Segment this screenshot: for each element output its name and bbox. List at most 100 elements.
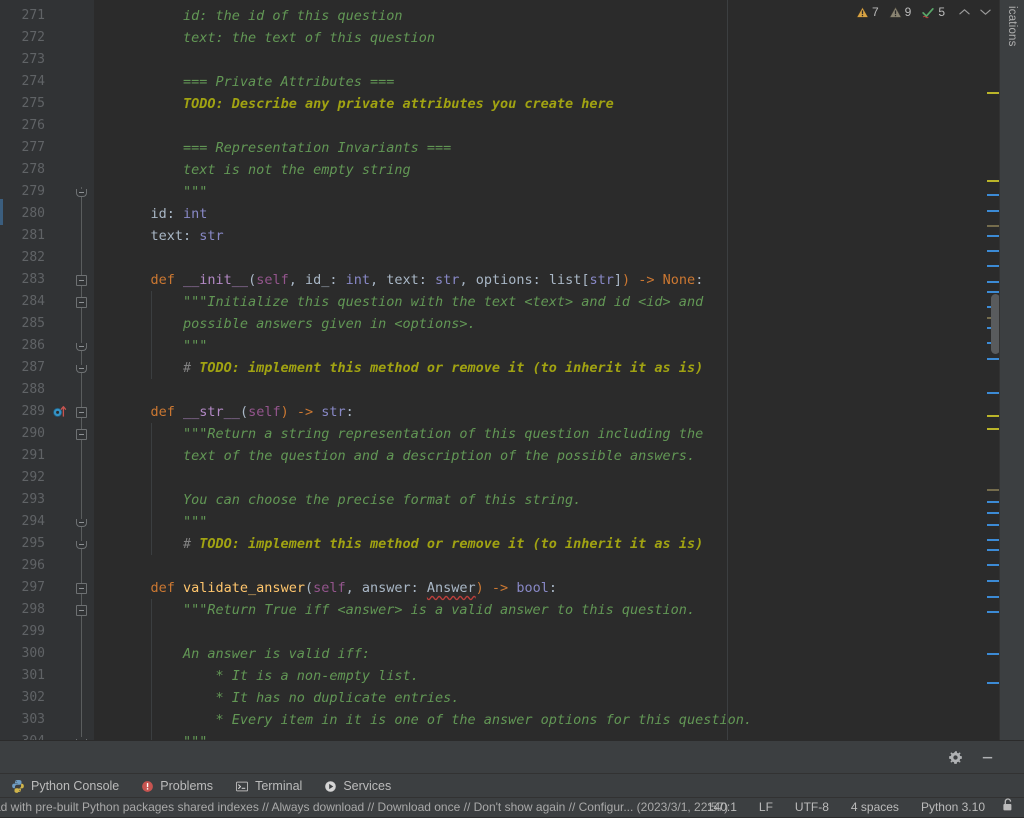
error-stripe-mark[interactable] — [987, 392, 999, 394]
error-stripe-mark[interactable] — [987, 580, 999, 582]
error-stripe-mark[interactable] — [987, 428, 999, 430]
line-text[interactable]: """ — [118, 181, 207, 203]
right-tool-window-strip[interactable]: ications — [999, 0, 1024, 740]
line-text[interactable]: text is not the empty string — [118, 159, 411, 181]
code-line[interactable]: 281 text: str — [0, 225, 1024, 247]
line-text[interactable]: === Representation Invariants === — [118, 137, 451, 159]
code-line[interactable]: 291 text of the question and a descripti… — [0, 445, 1024, 467]
weak-warning-count-item[interactable]: 9 — [888, 5, 911, 19]
line-text[interactable]: # TODO: implement this method or remove … — [118, 357, 703, 379]
error-stripe[interactable] — [986, 24, 1000, 740]
code-line[interactable]: 288 — [0, 379, 1024, 401]
code-line[interactable]: 278 text is not the empty string — [0, 159, 1024, 181]
error-stripe-mark[interactable] — [987, 524, 999, 526]
code-line[interactable]: 304 """ — [0, 731, 1024, 740]
error-stripe-mark[interactable] — [987, 210, 999, 212]
error-stripe-mark[interactable] — [987, 653, 999, 655]
code-line[interactable]: 280 id: int — [0, 203, 1024, 225]
error-stripe-mark[interactable] — [987, 682, 999, 684]
line-text[interactable]: * Every item in it is one of the answer … — [118, 709, 752, 731]
line-text[interactable]: text: str — [118, 225, 224, 247]
line-text[interactable]: You can choose the precise format of thi… — [118, 489, 581, 511]
error-stripe-mark[interactable] — [987, 489, 999, 491]
python-interpreter[interactable]: Python 3.10 — [910, 798, 996, 817]
code-line[interactable]: 303 * Every item in it is one of the ans… — [0, 709, 1024, 731]
code-line[interactable]: 286 """ — [0, 335, 1024, 357]
line-text[interactable]: # TODO: implement this method or remove … — [118, 533, 703, 555]
error-stripe-mark[interactable] — [987, 549, 999, 551]
line-text[interactable]: """Initialize this question with the tex… — [118, 291, 703, 313]
status-message[interactable]: ad with pre-built Python packages shared… — [0, 798, 728, 817]
error-stripe-mark[interactable] — [987, 92, 999, 94]
error-stripe-mark[interactable] — [987, 225, 999, 227]
tool-tab-problems[interactable]: Problems — [130, 774, 224, 798]
code-line[interactable]: 282 — [0, 247, 1024, 269]
code-line[interactable]: 295 # TODO: implement this method or rem… — [0, 533, 1024, 555]
code-line[interactable]: 299 — [0, 621, 1024, 643]
caret-position[interactable]: 140:1 — [696, 798, 748, 817]
next-problem-button[interactable] — [976, 3, 994, 21]
error-stripe-mark[interactable] — [987, 596, 999, 598]
tool-tab-python-console[interactable]: Python Console — [0, 774, 130, 798]
error-stripe-mark[interactable] — [987, 235, 999, 237]
inspection-widget[interactable]: 7 9 5 — [850, 0, 1000, 24]
code-line[interactable]: 290 """Return a string representation of… — [0, 423, 1024, 445]
code-line[interactable]: 276 — [0, 115, 1024, 137]
code-line[interactable]: 297 def validate_answer(self, answer: An… — [0, 577, 1024, 599]
line-text[interactable]: """ — [118, 335, 207, 357]
line-separator[interactable]: LF — [748, 798, 784, 817]
code-line[interactable]: 300 An answer is valid iff: — [0, 643, 1024, 665]
code-line[interactable]: 301 * It is a non-empty list. — [0, 665, 1024, 687]
error-stripe-mark[interactable] — [987, 250, 999, 252]
code-line[interactable]: 284 """Initialize this question with the… — [0, 291, 1024, 313]
code-line[interactable]: 285 possible answers given in <options>. — [0, 313, 1024, 335]
code-line[interactable]: 287 # TODO: implement this method or rem… — [0, 357, 1024, 379]
code-line[interactable]: 296 — [0, 555, 1024, 577]
code-line[interactable]: 275 TODO: Describe any private attribute… — [0, 93, 1024, 115]
line-text[interactable]: def __init__(self, id_: int, text: str, … — [118, 269, 704, 291]
line-text[interactable]: === Private Attributes === — [118, 71, 394, 93]
code-line[interactable]: 302 * It has no duplicate entries. — [0, 687, 1024, 709]
notifications-stripe-label[interactable]: ications — [1006, 6, 1018, 47]
indent-setting[interactable]: 4 spaces — [840, 798, 910, 817]
error-stripe-mark[interactable] — [987, 194, 999, 196]
code-line[interactable]: 272 text: the text of this question — [0, 27, 1024, 49]
error-stripe-mark[interactable] — [987, 564, 999, 566]
line-text[interactable]: possible answers given in <options>. — [118, 313, 476, 335]
warning-count-item[interactable]: 7 — [856, 5, 879, 19]
code-line[interactable]: 279 """ — [0, 181, 1024, 203]
error-stripe-mark[interactable] — [987, 611, 999, 613]
code-line[interactable]: 298 """Return True iff <answer> is a val… — [0, 599, 1024, 621]
error-stripe-mark[interactable] — [987, 291, 999, 293]
line-text[interactable]: id: int — [118, 203, 208, 225]
error-stripe-mark[interactable] — [987, 501, 999, 503]
error-stripe-mark[interactable] — [987, 539, 999, 541]
code-line[interactable]: 294 """ — [0, 511, 1024, 533]
code-line[interactable]: 289 def __str__(self) -> str: — [0, 401, 1024, 423]
error-stripe-mark[interactable] — [987, 281, 999, 283]
settings-button[interactable] — [944, 747, 966, 769]
line-text[interactable]: def __str__(self) -> str: — [118, 401, 354, 423]
line-text[interactable]: * It is a non-empty list. — [118, 665, 419, 687]
file-encoding[interactable]: UTF-8 — [784, 798, 840, 817]
code-line[interactable]: 283 def __init__(self, id_: int, text: s… — [0, 269, 1024, 291]
error-stripe-mark[interactable] — [987, 265, 999, 267]
code-line[interactable]: 273 — [0, 49, 1024, 71]
error-stripe-mark[interactable] — [987, 358, 999, 360]
line-text[interactable]: """ — [118, 731, 207, 740]
code-line[interactable]: 293 You can choose the precise format of… — [0, 489, 1024, 511]
line-text[interactable]: id: the id of this question — [118, 5, 402, 27]
line-text[interactable]: * It has no duplicate entries. — [118, 687, 460, 709]
line-text[interactable]: """Return a string representation of thi… — [118, 423, 703, 445]
tool-window-tab-bar[interactable]: Python Console Problems Terminal Services — [0, 773, 1024, 798]
typo-count-item[interactable]: 5 — [921, 5, 945, 19]
error-stripe-mark[interactable] — [987, 512, 999, 514]
error-stripe-mark[interactable] — [987, 180, 999, 182]
implementing-method-icon[interactable] — [52, 404, 68, 420]
line-text[interactable]: text of the question and a description o… — [118, 445, 695, 467]
tool-tab-services[interactable]: Services — [313, 774, 402, 798]
code-editor[interactable]: 271 id: the id of this question 272 text:… — [0, 0, 1024, 740]
previous-problem-button[interactable] — [955, 3, 973, 21]
code-line[interactable]: 277 === Representation Invariants === — [0, 137, 1024, 159]
line-text[interactable]: text: the text of this question — [118, 27, 435, 49]
